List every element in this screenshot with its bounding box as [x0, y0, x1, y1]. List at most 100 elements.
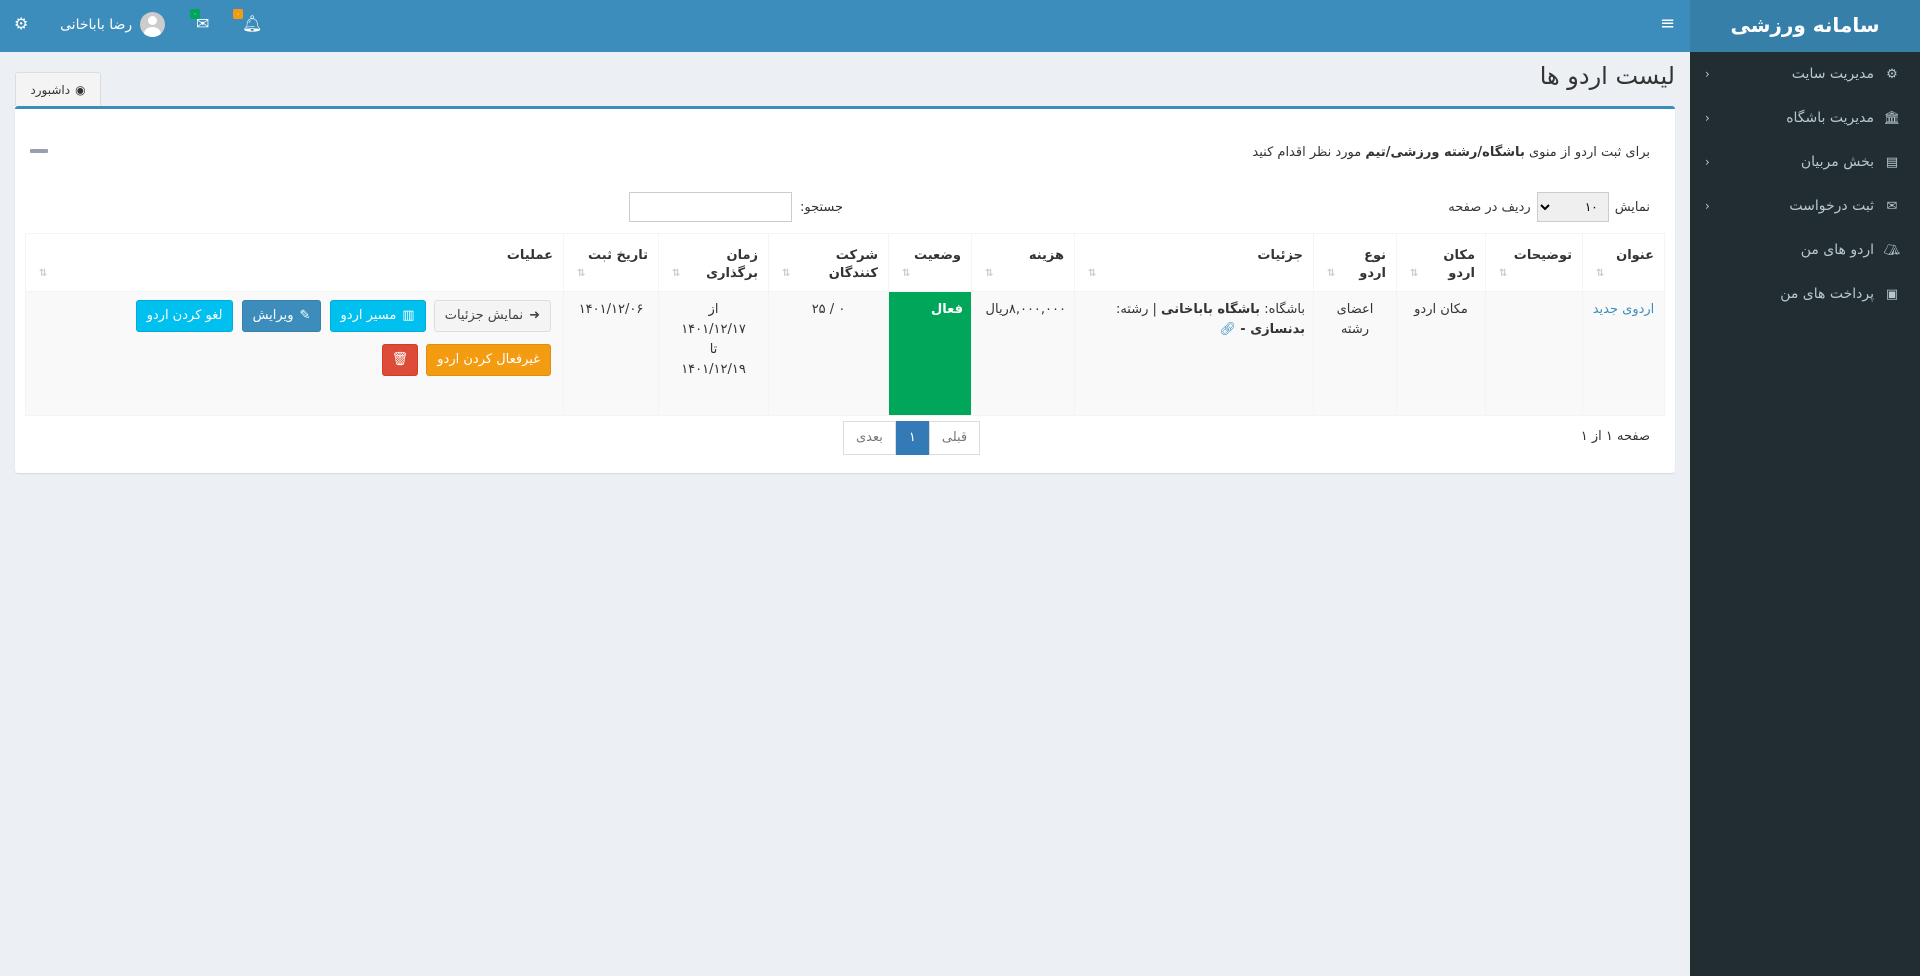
field-label: | رشته:: [1115, 302, 1157, 317]
top-navbar: ⚙ رضا باباخانی ✉ ۰ 🔔︎ ۰ ≡: [0, 0, 1690, 52]
header-label: نوع اردو: [1359, 248, 1386, 281]
type-cell: اعضای رشته: [1313, 291, 1397, 416]
sidebar-item-label: بخش مربیان: [1800, 154, 1874, 170]
date-to: ۱۴۰۱/۱۲/۱۹: [681, 362, 746, 377]
trash-icon: 🗑︎: [391, 352, 409, 367]
show-label: نمایش: [1614, 199, 1650, 215]
search-control: جستجو:: [629, 192, 843, 222]
button-label: لغو کردن اردو: [146, 308, 223, 323]
sidebar-item-coaches[interactable]: ▤ بخش مربیان ‹: [1690, 140, 1920, 184]
participants-cell: ۰ / ۲۵: [768, 291, 889, 416]
note-post: مورد نظر اقدام کنید: [1252, 145, 1366, 160]
sidebar-item-label: مدیریت سایت: [1791, 66, 1874, 82]
camps-box: برای ثبت اردو از منوی باشگاه/رشته ورزشی/…: [15, 106, 1675, 473]
sidebar-item-request[interactable]: ✉ ثبت درخواست ‹: [1690, 184, 1920, 228]
header-label: هزینه: [1028, 248, 1064, 263]
col-cost[interactable]: ⇅ هزینه: [971, 233, 1075, 292]
header-label: توضیحات: [1513, 248, 1572, 263]
settings-cogs-icon[interactable]: ⚙: [14, 14, 28, 33]
note-bold: باشگاه/رشته ورزشی/تیم: [1365, 145, 1525, 160]
chevron-left-icon: ‹: [1705, 155, 1710, 169]
col-type[interactable]: ⇅ نوع اردو: [1313, 233, 1397, 292]
dashboard-icon: ◉: [75, 82, 86, 97]
sidebar-item-label: ثبت درخواست: [1789, 198, 1874, 214]
header-label: زمان برگذاری: [706, 248, 758, 281]
col-details[interactable]: ⇅ جزئیات: [1074, 233, 1314, 292]
prev-page-button[interactable]: قبلی: [928, 421, 981, 455]
col-status[interactable]: ⇅ وضعیت: [888, 233, 972, 292]
delete-button[interactable]: 🗑︎: [381, 344, 419, 376]
collapse-button[interactable]: [30, 149, 48, 153]
avatar: [140, 12, 166, 37]
pagination-info: صفحه ۱ از ۱: [1580, 429, 1650, 444]
button-label: نمایش جزئیات: [444, 308, 524, 323]
table-row: اردوی جدید مکان اردو اعضای رشته باشگاه: …: [25, 291, 1665, 416]
to-label: تا: [709, 342, 718, 357]
page-size-select[interactable]: ۱۰: [1536, 192, 1609, 222]
date-from: ۱۴۰۱/۱۲/۱۷: [681, 322, 746, 337]
col-location[interactable]: ⇅ مکان اردو: [1396, 233, 1486, 292]
notif-badge: ۰: [233, 9, 243, 19]
map-icon: ▥: [402, 308, 415, 323]
deactivate-button[interactable]: غیرفعال کردن اردو: [426, 344, 551, 376]
description-cell: [1485, 291, 1583, 416]
button-label: غیرفعال کردن اردو: [437, 352, 540, 367]
camps-table: ⇅ عنوان ⇅ توضیحات ⇅ مکان اردو ⇅ نوع اردو ⇅ جز…: [25, 233, 1665, 416]
tab-label: داشبورد: [30, 82, 71, 97]
header-label: عنوان: [1616, 248, 1654, 263]
sidebar-item-club-management[interactable]: 🏛︎ مدیریت باشگاه ‹: [1690, 96, 1920, 140]
col-time[interactable]: ⇅ زمان برگذاری: [658, 233, 769, 292]
status-badge: فعال: [888, 291, 972, 416]
details-cell: باشگاه: باشگاه باباخانی | رشته: بدنسازی …: [1074, 291, 1314, 416]
edit-button[interactable]: ✎ ویرایش: [241, 300, 322, 332]
envelope-icon: ✉: [1886, 198, 1898, 214]
page-1-button[interactable]: ۱: [895, 421, 929, 455]
col-participants[interactable]: ⇅ شرکت کنندگان: [768, 233, 889, 292]
bell-icon[interactable]: 🔔︎: [242, 14, 262, 33]
mail-badge: ۰: [190, 9, 200, 19]
edit-icon: ✎: [299, 308, 311, 323]
col-description[interactable]: ⇅ توضیحات: [1485, 233, 1583, 292]
col-operations[interactable]: ⇅ عملیات: [25, 233, 564, 292]
sign-in-icon: ➜: [529, 308, 540, 323]
link-icon[interactable]: 🔗︎: [1220, 322, 1237, 337]
header-label: وضعیت: [913, 248, 961, 263]
sidebar: ⚙ مدیریت سایت ‹ 🏛︎ مدیریت باشگاه ‹ ▤ بخش مربی…: [1690, 52, 1920, 976]
sidebar-item-my-camps[interactable]: ⛺︎ اردو های من: [1690, 228, 1920, 272]
chevron-left-icon: ‹: [1705, 199, 1710, 213]
sidebar-item-label: پرداخت های من: [1780, 286, 1874, 302]
rows-per-page-label: ردیف در صفحه: [1448, 199, 1531, 215]
time-cell: از ۱۴۰۱/۱۲/۱۷ تا ۱۴۰۱/۱۲/۱۹: [658, 291, 769, 416]
header-label: تاریخ ثبت: [588, 248, 648, 263]
camp-title-link[interactable]: اردوی جدید: [1593, 302, 1655, 317]
app-logo[interactable]: سامانه ورزشی: [1690, 0, 1920, 52]
user-name: رضا باباخانی: [60, 16, 133, 33]
operations-cell: ➜ نمایش جزئیات ▥ مسیر اردو ✎ ویرایش لغو کرد…: [25, 291, 564, 416]
pagination: قبلی ۱ بعدی: [843, 421, 981, 455]
chevron-left-icon: ‹: [1705, 67, 1710, 81]
cancel-camp-button[interactable]: لغو کردن اردو: [135, 300, 234, 332]
search-label: جستجو:: [800, 199, 844, 215]
hamburger-icon[interactable]: ≡: [1660, 13, 1675, 34]
header-label: عملیات: [506, 248, 553, 263]
campground-icon: ⛺︎: [1883, 242, 1901, 258]
tab-dashboard[interactable]: ◉ داشبورد: [15, 72, 101, 106]
user-menu[interactable]: رضا باباخانی: [60, 12, 166, 37]
sidebar-item-my-payments[interactable]: ▣ پرداخت های من: [1690, 272, 1920, 316]
col-title[interactable]: ⇅ عنوان: [1582, 233, 1665, 292]
next-page-button[interactable]: بعدی: [843, 421, 896, 455]
id-card-icon: ▤: [1885, 154, 1899, 170]
col-registered[interactable]: ⇅ تاریخ ثبت: [563, 233, 659, 292]
show-details-button[interactable]: ➜ نمایش جزئیات: [433, 300, 551, 332]
cogs-icon: ⚙: [1886, 66, 1898, 82]
instructions-text: برای ثبت اردو از منوی باشگاه/رشته ورزشی/…: [1252, 145, 1650, 160]
registered-cell: ۱۴۰۱/۱۲/۰۶: [563, 291, 659, 416]
header-label: مکان اردو: [1443, 248, 1475, 281]
sidebar-item-site-management[interactable]: ⚙ مدیریت سایت ‹: [1690, 52, 1920, 96]
route-button[interactable]: ▥ مسیر اردو: [329, 300, 426, 332]
header-label: شرکت کنندگان: [828, 248, 878, 281]
field-name: بدنسازی -: [1240, 322, 1305, 337]
header-label: جزئیات: [1257, 248, 1303, 263]
search-input[interactable]: [629, 192, 792, 222]
sidebar-item-label: مدیریت باشگاه: [1786, 110, 1874, 126]
